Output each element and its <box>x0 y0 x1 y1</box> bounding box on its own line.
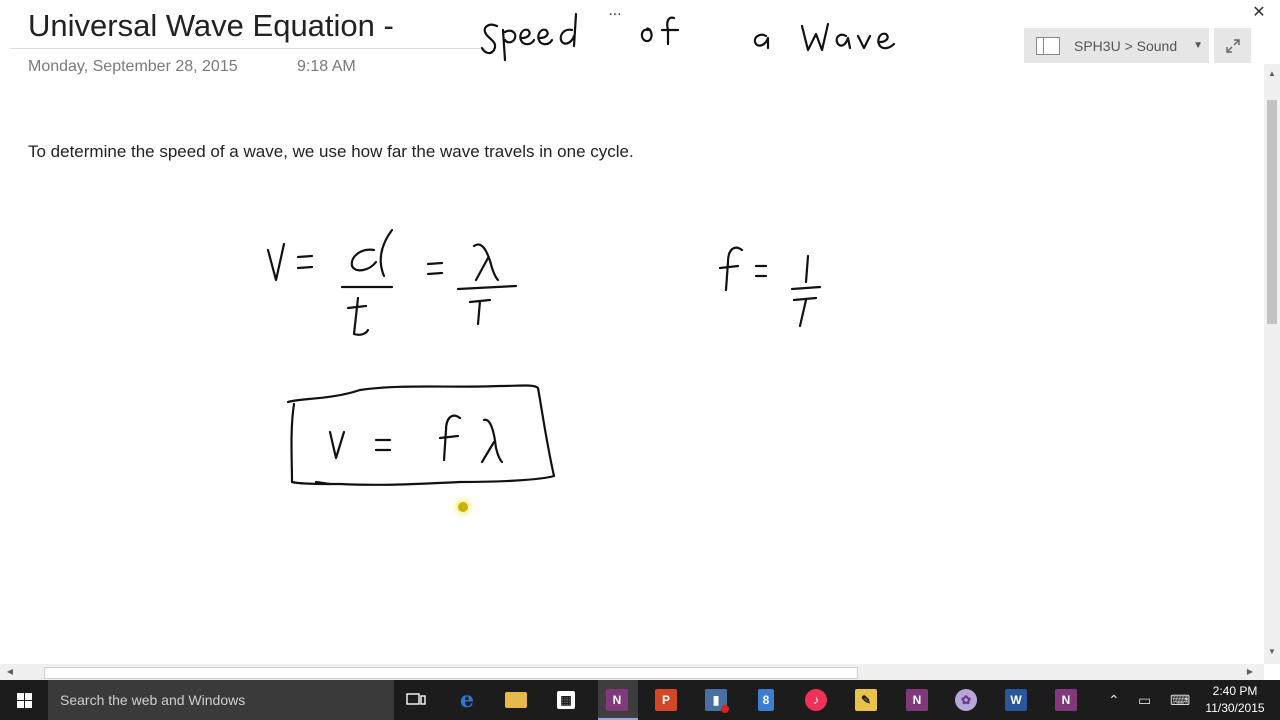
ink-frequency-equation <box>718 246 822 328</box>
notebook-icon <box>1036 36 1060 55</box>
keyboard-icon[interactable]: ⌨ <box>1170 680 1190 720</box>
close-button[interactable]: ✕ <box>1248 2 1270 24</box>
page-time: 9:18 AM <box>297 58 356 75</box>
scroll-down-icon[interactable]: ▼ <box>1264 644 1280 660</box>
windows-logo-icon <box>25 701 32 708</box>
windows-logo-icon <box>25 693 32 700</box>
notepad-icon[interactable]: 8 <box>752 686 780 714</box>
scroll-right-icon[interactable]: ▶ <box>1242 664 1258 680</box>
clock-time: 2:40 PM <box>1212 684 1258 698</box>
ink-title-speed-of-a-wave <box>480 12 896 62</box>
windows-logo-icon <box>17 693 24 700</box>
folder-icon[interactable]: ✎ <box>852 686 880 714</box>
horizontal-scrollbar[interactable]: ◀ ▶ <box>0 664 1264 680</box>
ink-wave-equation-box <box>286 384 556 486</box>
notification-icon[interactable]: ▭ <box>1138 680 1151 720</box>
page-date: Monday, September 28, 2015 <box>28 58 238 75</box>
onenote-icon[interactable]: N <box>603 686 631 714</box>
start-button[interactable] <box>0 680 48 720</box>
tray-chevron-up-icon[interactable]: ⌃ <box>1108 680 1120 720</box>
onenote-2-icon[interactable]: N <box>903 686 931 714</box>
store-icon[interactable]: ▦ <box>552 686 580 714</box>
paint-icon[interactable]: ✿ <box>952 686 980 714</box>
expand-button[interactable] <box>1214 28 1251 63</box>
task-view-icon[interactable] <box>402 686 430 714</box>
onenote-page[interactable]: Universal Wave Equation - Monday, Septem… <box>0 0 1264 664</box>
scroll-up-icon[interactable]: ▲ <box>1264 66 1280 82</box>
ink-speed-equation <box>266 228 518 336</box>
chevron-down-icon: ▼ <box>1193 40 1204 51</box>
page-title[interactable]: Universal Wave Equation - <box>28 6 394 46</box>
scroll-left-icon[interactable]: ◀ <box>2 664 18 680</box>
edge-icon[interactable]: e <box>453 686 481 714</box>
itunes-icon[interactable]: ♪ <box>802 686 830 714</box>
powerpoint-icon[interactable]: P <box>652 686 680 714</box>
body-text[interactable]: To determine the speed of a wave, we use… <box>28 142 634 162</box>
vertical-scrollbar[interactable]: ▲ ▼ <box>1264 64 1280 664</box>
windows-taskbar: Search the web and Windows e ▦ N P ▮ 8 ♪… <box>0 680 1280 720</box>
expand-icon <box>1225 38 1240 53</box>
clock-date: 11/30/2015 <box>1205 701 1265 715</box>
media-app-icon[interactable]: ▮ <box>702 686 730 714</box>
breadcrumb-label: SPH3U > Sound <box>1074 37 1178 54</box>
horizontal-scroll-thumb[interactable] <box>44 667 858 679</box>
system-clock[interactable]: 2:40 PM 11/30/2015 <box>1200 683 1270 717</box>
word-icon[interactable]: W <box>1002 686 1030 714</box>
file-explorer-icon[interactable] <box>502 686 530 714</box>
task-view-glyph <box>406 693 426 705</box>
taskbar-search-box[interactable]: Search the web and Windows <box>48 680 394 720</box>
notebook-breadcrumb[interactable]: SPH3U > Sound ▼ <box>1024 28 1209 63</box>
onenote-3-icon[interactable]: N <box>1052 686 1080 714</box>
ink-drawing-canvas <box>266 12 896 486</box>
title-divider <box>10 48 485 49</box>
pen-pointer <box>458 502 468 512</box>
vertical-scroll-thumb[interactable] <box>1267 100 1277 324</box>
windows-logo-icon <box>17 701 24 708</box>
more-options-button[interactable]: ... <box>603 0 627 22</box>
